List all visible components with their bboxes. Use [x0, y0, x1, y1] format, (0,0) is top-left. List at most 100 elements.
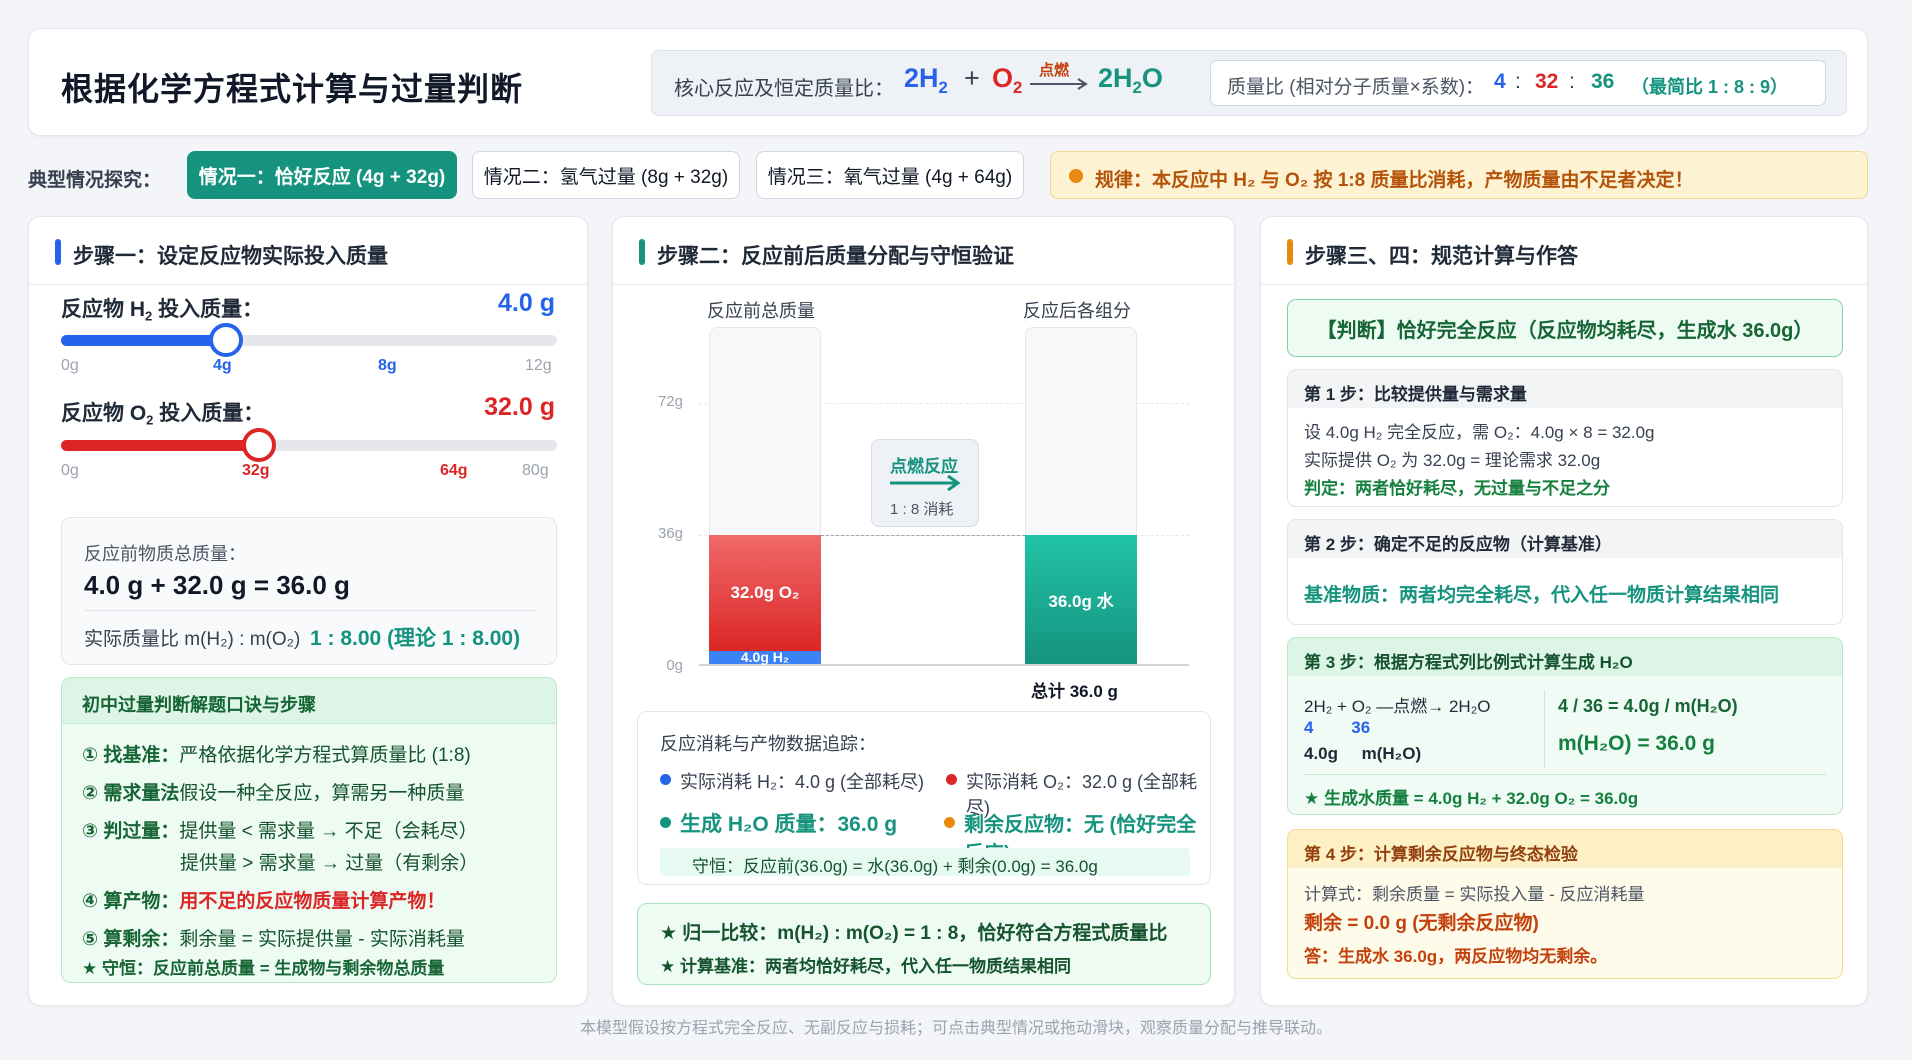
- actual-ratio-value: 1 : 8.00 (理论 1 : 8.00): [310, 627, 521, 650]
- conservation-strip: 守恒：反应前(36.0g) = 水(36.0g) + 剩余(0.0g) = 36…: [660, 848, 1190, 876]
- ratio-h2: 4: [1494, 70, 1506, 93]
- o2-tick: 64g: [440, 462, 468, 479]
- step-1-verdict: 判定：两者恰好耗尽，无过量与不足之分: [1304, 479, 1610, 498]
- arrow-right-icon: [1030, 78, 1088, 90]
- equation-product-sub: 2: [1132, 77, 1142, 97]
- panel-accent-bar: [1287, 239, 1293, 265]
- tip-text: 用不足的反应物质量计算产物！: [179, 891, 446, 912]
- tip-text: 假设一种全反应，算需另一种质量: [179, 783, 465, 804]
- equation-h2-sub: 2: [938, 77, 948, 97]
- reaction-arrow: 点燃: [1028, 59, 1090, 90]
- dot-leftover-icon: [944, 817, 955, 828]
- scenario-label: 典型情况探究：: [28, 170, 162, 191]
- tab-scenario-h2-excess[interactable]: 情况二：氢气过量 (8g + 32g): [472, 151, 740, 199]
- summary-line: ★ 计算基准：两者均恰好耗尽，代入任一物质结果相同: [660, 957, 1071, 976]
- reaction-indicator-ratio: 1 : 8 消耗: [890, 501, 954, 518]
- step-1-line: 设 4.0g H₂ 完全反应，需 O₂：4.0g × 8 = 32.0g: [1304, 423, 1655, 442]
- tab-scenario-exact[interactable]: 情况一：恰好反应 (4g + 32g): [187, 151, 457, 199]
- equation-product: 2H2O: [1098, 63, 1163, 98]
- bar-segment-water: 36.0g 水: [1025, 535, 1137, 664]
- mass-ratio-label: 质量比 (相对分子质量×系数)：: [1227, 77, 1485, 98]
- tracking-conservation: 守恒：反应前(36.0g) = 水(36.0g) + 剩余(0.0g) = 36…: [692, 857, 1098, 876]
- after-total-label: 总计 36.0 g: [1031, 682, 1118, 701]
- tips-box: 初中过量判断解题口诀与步骤 ① 找基准：严格依据化学方程式算质量比 (1:8) …: [61, 677, 557, 983]
- tip-key: ② 需求量法: [82, 783, 180, 804]
- rule-dot-icon: [1069, 169, 1083, 183]
- ratio-separator: :: [1515, 70, 1521, 93]
- tip-item: ① 找基准：严格依据化学方程式算质量比 (1:8): [82, 740, 471, 767]
- o2-tick: 0g: [61, 462, 79, 479]
- tip-text: 严格依据化学方程式算质量比 (1:8): [179, 745, 471, 766]
- step-4-remaining: 剩余 = 0.0 g (无剩余反应物): [1304, 913, 1539, 934]
- ratio-h2o: 36: [1591, 70, 1615, 93]
- h2-slider-handle[interactable]: [209, 323, 244, 357]
- panel-step2: 步骤二：反应前后质量分配与守恒验证 反应前总质量 反应后各组分 72g 36g …: [612, 216, 1235, 1006]
- h2-label-tail: 投入质量：: [152, 298, 264, 321]
- o2-slider-fill: [61, 440, 260, 451]
- step-2-title: 第 2 步：确定不足的反应物（计算基准）: [1288, 520, 1842, 558]
- tracking-h2: 实际消耗 H₂：4.0 g (全部耗尽): [680, 772, 925, 792]
- equation-h2: 2H2: [904, 63, 948, 98]
- verdict-box: 【判断】恰好完全反应（反应物均耗尽，生成水 36.0g）: [1287, 299, 1843, 357]
- step-3-equation: 2H₂ + O₂ —点燃→ 2H₂O: [1304, 697, 1491, 716]
- tip-key: ① 找基准：: [82, 745, 180, 766]
- o2-tick: 32g: [242, 462, 270, 479]
- tip-item: 提供量 > 需求量 → 过量（有剩余）: [180, 848, 478, 875]
- panel-title: 步骤三、四：规范计算与作答: [1305, 245, 1578, 268]
- step-3-result: m(H₂O) = 36.0 g: [1558, 732, 1715, 755]
- divider: [1304, 774, 1826, 775]
- o2-slider-value: 32.0 g: [484, 393, 555, 421]
- equation-o2: O2: [992, 63, 1022, 98]
- ratio-o2: 32: [1535, 70, 1559, 93]
- tip-item: ④ 算产物：用不足的反应物质量计算产物！: [82, 886, 445, 913]
- step-4-line: 计算式：剩余质量 = 实际投入量 - 反应消耗量: [1304, 885, 1645, 904]
- equation-h2-text: 2H: [904, 63, 939, 93]
- tip-text: 反应前总质量 = 生成物与剩余物总质量: [152, 959, 445, 978]
- tip-text: 剩余量 = 实际提供量 - 实际消耗量: [179, 929, 465, 950]
- panel-accent-bar: [639, 239, 645, 265]
- step-3-title: 第 3 步：根据方程式列比例式计算生成 H₂O: [1288, 638, 1842, 676]
- tip-key: ③ 判过量：: [82, 821, 180, 842]
- step-3-summary: ★ 生成水质量 = 4.0g H₂ + 32.0g O₂ = 36.0g: [1304, 789, 1639, 808]
- tracking-box: 反应消耗与产物数据追踪： 实际消耗 H₂：4.0 g (全部耗尽) 实际消耗 O…: [637, 711, 1211, 885]
- bar-label-o2: 32.0g O₂: [730, 583, 800, 602]
- h2-slider-fill: [61, 335, 227, 346]
- panel-header: 步骤二：反应前后质量分配与守恒验证: [613, 217, 1234, 285]
- h2-slider-label: 反应物 H2 投入质量：: [61, 293, 263, 324]
- panel-title: 步骤一：设定反应物实际投入质量: [73, 245, 388, 268]
- tracking-water: 生成 H₂O 质量：36.0 g: [680, 813, 898, 836]
- step-3-proportion: 4 / 36 = 4.0g / m(H₂O): [1558, 696, 1738, 716]
- axis-tick: 72g: [657, 393, 683, 410]
- tip-text: 提供量 < 需求量 → 不足（会耗尽）: [179, 821, 478, 842]
- core-reaction-bar: 核心反应及恒定质量比： 2H2 + O2 点燃 2H2O 质量比 (相对分子质量…: [651, 50, 1847, 116]
- tab-scenario-o2-excess[interactable]: 情况三：氧气过量 (4g + 64g): [756, 151, 1024, 199]
- step-4-answer: 答：生成水 36.0g，两反应物均无剩余。: [1304, 947, 1608, 966]
- arrow-right-icon: [890, 474, 961, 492]
- step-1-title: 第 1 步：比较提供量与需求量: [1288, 370, 1842, 408]
- tip-text: 提供量 > 需求量 → 过量（有剩余）: [180, 853, 479, 874]
- rule-banner: 规律：本反应中 H₂ 与 O₂ 按 1:8 质量比消耗，产物质量由不足者决定！: [1050, 151, 1868, 199]
- o2-slider-track[interactable]: [61, 428, 557, 462]
- h2-slider-track[interactable]: [61, 323, 557, 357]
- tip-key: ⑤ 算剩余：: [82, 929, 180, 950]
- h2-slider-value: 4.0 g: [498, 289, 555, 317]
- o2-slider-handle[interactable]: [242, 428, 277, 462]
- step-2-line: 基准物质：两者均完全耗尽，代入任一物质计算结果相同: [1304, 585, 1780, 606]
- h2-tick: 4g: [213, 357, 232, 374]
- o2-label-tail: 投入质量：: [153, 402, 265, 425]
- tip-item: ★ 守恒：反应前总质量 = 生成物与剩余物总质量: [82, 954, 444, 979]
- axis-tick: 36g: [657, 525, 683, 542]
- step-3-card: 第 3 步：根据方程式列比例式计算生成 H₂O 2H₂ + O₂ —点燃→ 2H…: [1287, 637, 1843, 815]
- ratio-separator: :: [1569, 70, 1575, 93]
- actual-ratio-label: 实际质量比 m(H₂) : m(O₂): [84, 629, 301, 650]
- after-column-title: 反应后各组分: [1023, 301, 1131, 321]
- tracking-title: 反应消耗与产物数据追踪：: [660, 734, 876, 754]
- h2-label-text: 反应物 H: [61, 298, 145, 321]
- panel-header: 步骤三、四：规范计算与作答: [1261, 217, 1867, 285]
- h2-tick: 8g: [378, 357, 397, 374]
- equation-product-text: 2H: [1098, 63, 1133, 93]
- o2-slider-label: 反应物 O2 投入质量：: [61, 397, 264, 428]
- h2-tick: 12g: [525, 357, 552, 374]
- tip-key: ★ 守恒：: [82, 959, 153, 978]
- total-mass-equation: 4.0 g + 32.0 g = 36.0 g: [84, 570, 350, 600]
